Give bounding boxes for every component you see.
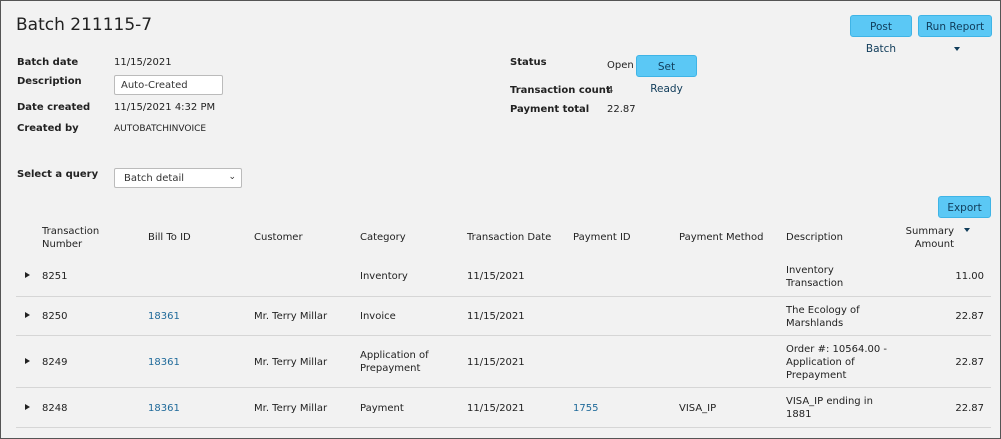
query-select[interactable]: Batch detail ⌄ xyxy=(114,168,242,188)
cell-transaction-number: 8249 xyxy=(42,357,68,368)
cell-transaction-date: 11/15/2021 xyxy=(467,357,525,368)
cell-category-line2: Prepayment xyxy=(360,363,421,374)
cell-description-line2: Application of xyxy=(786,357,855,368)
batch-date-value: 11/15/2021 xyxy=(114,57,172,68)
created-by-value: AUTOBATCHINVOICE xyxy=(114,124,207,134)
transaction-count-value: 4 xyxy=(607,85,614,96)
post-batch-button[interactable]: Post Batch xyxy=(850,15,912,55)
cell-description-line2: Transaction xyxy=(786,278,844,289)
cell-summary-amount: 22.87 xyxy=(955,311,984,322)
chevron-down-icon: ⌄ xyxy=(228,172,236,182)
col-payment-method: Payment Method xyxy=(679,232,764,243)
cell-customer: Mr. Terry Millar xyxy=(254,357,328,368)
col-transaction-number-line1: Transaction xyxy=(42,226,100,237)
cell-description-line2: 1881 xyxy=(786,409,812,420)
row-divider xyxy=(16,387,991,388)
cell-summary-amount: 22.87 xyxy=(955,403,984,414)
cell-category: Inventory xyxy=(360,271,408,282)
export-button[interactable]: Export xyxy=(938,196,991,232)
bill-to-id-link[interactable]: 18361 xyxy=(148,402,180,415)
cell-description-line1: The Ecology of xyxy=(786,305,860,316)
payment-total-label: Payment total xyxy=(510,104,590,115)
payment-total-value: 22.87 xyxy=(607,104,636,115)
cell-transaction-date: 11/15/2021 xyxy=(467,271,525,282)
transaction-count-label: Transaction count xyxy=(510,85,611,96)
col-description: Description xyxy=(786,232,843,243)
cell-summary-amount: 11.00 xyxy=(955,271,984,282)
page-title: Batch 211115-7 xyxy=(16,15,153,35)
cell-payment-method: VISA_IP xyxy=(679,403,717,414)
bill-to-id-link[interactable]: 18361 xyxy=(148,356,180,369)
date-created-value: 11/15/2021 4:32 PM xyxy=(114,102,216,113)
cell-category: Invoice xyxy=(360,311,396,322)
cell-category: Payment xyxy=(360,403,404,414)
cell-summary-amount: 22.87 xyxy=(955,357,984,368)
select-query-label: Select a query xyxy=(17,169,99,180)
status-label: Status xyxy=(510,57,547,68)
row-divider xyxy=(16,427,991,428)
payment-id-link[interactable]: 1755 xyxy=(573,402,598,415)
bill-to-id-link[interactable]: 18361 xyxy=(148,310,180,323)
cell-description-line1: VISA_IP ending in xyxy=(786,396,873,407)
row-divider xyxy=(16,335,991,336)
cell-transaction-date: 11/15/2021 xyxy=(467,403,525,414)
description-label: Description xyxy=(17,76,82,87)
col-summary-amount-line1: Summary xyxy=(905,226,954,237)
col-summary-amount-line2: Amount xyxy=(914,239,954,250)
cell-customer: Mr. Terry Millar xyxy=(254,311,328,322)
cell-transaction-number: 8250 xyxy=(42,311,68,322)
col-payment-id: Payment ID xyxy=(573,232,631,243)
cell-customer: Mr. Terry Millar xyxy=(254,403,328,414)
created-by-label: Created by xyxy=(17,123,79,134)
cell-transaction-date: 11/15/2021 xyxy=(467,311,525,322)
expand-row-icon[interactable] xyxy=(25,272,30,278)
expand-row-icon[interactable] xyxy=(25,312,30,318)
date-created-label: Date created xyxy=(17,102,91,113)
expand-row-icon[interactable] xyxy=(25,404,30,410)
status-value: Open xyxy=(607,60,634,71)
col-transaction-number-line2: Number xyxy=(42,239,83,250)
col-category: Category xyxy=(360,232,406,243)
cell-transaction-number: 8251 xyxy=(42,271,68,282)
row-divider xyxy=(16,296,991,297)
cell-description-line1: Order #: 10564.00 - xyxy=(786,344,888,355)
query-selected-value: Batch detail xyxy=(124,173,185,184)
expand-row-icon[interactable] xyxy=(25,358,30,364)
caret-down-icon xyxy=(954,47,960,51)
batch-page: Batch 211115-7 Post Batch Run Report Bat… xyxy=(0,0,1001,439)
run-report-button[interactable]: Run Report xyxy=(918,15,992,51)
col-customer: Customer xyxy=(254,232,303,243)
export-label: Export xyxy=(947,202,982,214)
cell-category-line1: Application of xyxy=(360,350,429,361)
col-bill-to-id: Bill To ID xyxy=(148,232,191,243)
run-report-label: Run Report xyxy=(925,21,985,33)
cell-description-line3: Prepayment xyxy=(786,370,847,381)
cell-transaction-number: 8248 xyxy=(42,403,68,414)
batch-date-label: Batch date xyxy=(17,57,79,68)
cell-description-line1: Inventory xyxy=(786,265,834,276)
cell-description-line2: Marshlands xyxy=(786,318,844,329)
caret-down-icon xyxy=(963,228,970,232)
description-input[interactable] xyxy=(114,75,223,95)
col-transaction-date: Transaction Date xyxy=(467,232,552,243)
set-ready-button[interactable]: Set Ready xyxy=(636,55,697,95)
